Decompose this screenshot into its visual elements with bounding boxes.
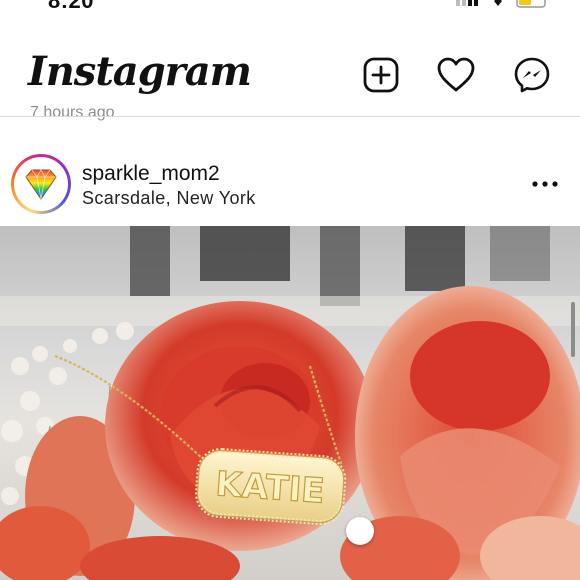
activity-button[interactable] <box>436 55 476 95</box>
instagram-logo[interactable]: Instagram <box>28 48 252 95</box>
status-icons <box>456 0 550 10</box>
status-time: 8:20 <box>48 0 95 13</box>
photo-roses-necklace: KATIE <box>0 226 580 580</box>
avatar-image <box>14 157 68 211</box>
messenger-icon <box>514 57 550 93</box>
heart-icon <box>437 57 475 92</box>
necklace-name-text: KATIE <box>214 464 326 512</box>
more-options-icon <box>532 181 558 187</box>
wifi-icon <box>494 0 502 6</box>
carousel-indicator[interactable] <box>346 517 374 545</box>
new-post-button[interactable] <box>361 55 401 95</box>
scrollbar[interactable] <box>571 302 575 357</box>
post-photo[interactable]: KATIE <box>0 226 580 580</box>
previous-post-timestamp: 7 hours ago <box>30 104 115 121</box>
signal-icon <box>456 0 478 6</box>
avatar[interactable] <box>11 154 71 214</box>
rainbow-gem-icon <box>25 169 57 200</box>
post-location[interactable]: Scarsdale, New York <box>82 188 256 209</box>
post-username[interactable]: sparkle_mom2 <box>82 162 220 186</box>
header-divider <box>0 116 580 117</box>
messenger-button[interactable] <box>512 55 552 95</box>
more-options-button[interactable] <box>530 174 560 194</box>
battery-icon <box>516 0 546 8</box>
new-post-icon <box>363 57 399 93</box>
